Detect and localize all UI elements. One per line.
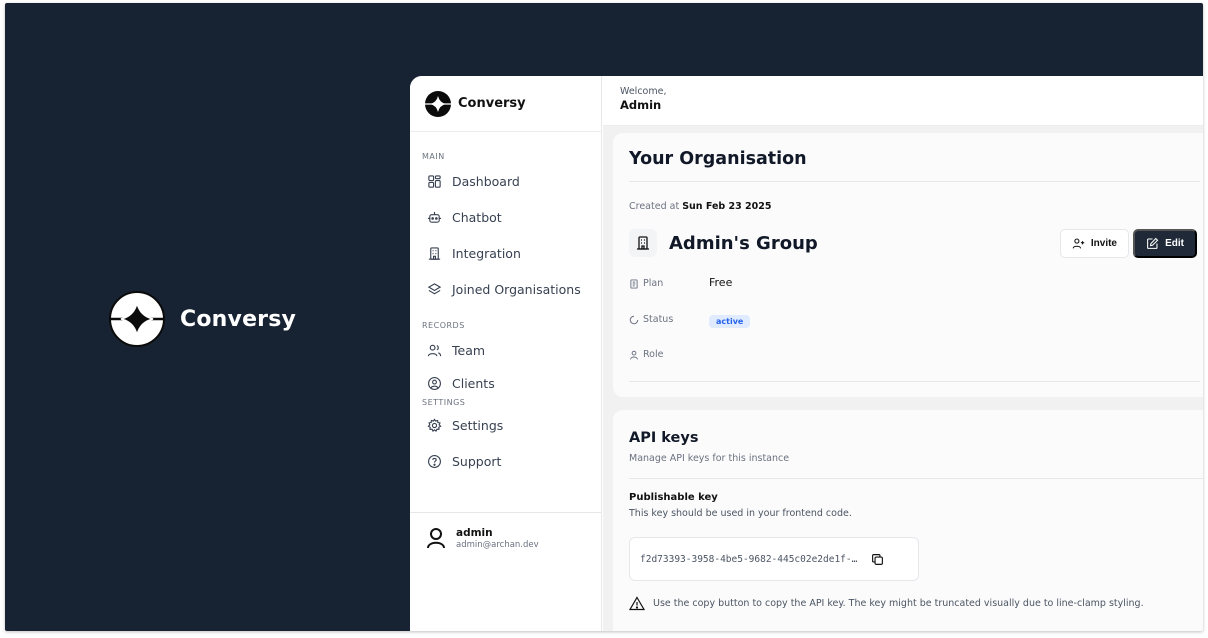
- api-key-value: f2d73393-3958-4be5-9682-445c02e2de1f-…: [640, 553, 858, 565]
- user-plus-icon: [1072, 238, 1085, 249]
- divider: [629, 181, 1200, 182]
- user-icon: [630, 350, 638, 360]
- status-field: Status: [629, 314, 673, 325]
- help-circle-icon: [428, 454, 441, 468]
- brand: Conversy: [108, 290, 296, 348]
- group-heading: Admin's Group: [629, 229, 818, 257]
- user-email: admin@archan.dev: [456, 540, 539, 550]
- invite-button[interactable]: Invite: [1059, 229, 1129, 258]
- created-at: Created at Sun Feb 23 2025: [629, 201, 772, 212]
- users-icon: [427, 344, 442, 356]
- sidebar-app-name: Conversy: [458, 96, 526, 111]
- sidebar-item-label: Integration: [452, 245, 521, 261]
- sidebar-item-label: Chatbot: [452, 209, 502, 225]
- organisation-title: Your Organisation: [629, 149, 807, 169]
- api-keys-subtitle: Manage API keys for this instance: [629, 453, 790, 464]
- created-date: Sun Feb 23 2025: [682, 201, 772, 212]
- api-keys-card: API keys Manage API keys for this instan…: [613, 410, 1203, 631]
- bot-icon: [427, 211, 442, 223]
- sidebar-user[interactable]: admin admin@archan.dev: [410, 512, 601, 550]
- section-records-label: RECORDS: [422, 321, 465, 330]
- api-key-field[interactable]: f2d73393-3958-4be5-9682-445c02e2de1f-…: [629, 537, 919, 581]
- created-prefix: Created at: [629, 201, 680, 212]
- warning-text: Use the copy button to copy the API key.…: [653, 598, 1144, 609]
- sidebar-item-team[interactable]: Team: [410, 332, 601, 368]
- conversy-logo-icon: [109, 291, 165, 347]
- sidebar-item-label: Joined Organisations: [452, 281, 581, 297]
- section-main-label: MAIN: [422, 152, 445, 161]
- loader-icon: [629, 315, 639, 324]
- user-name: admin: [456, 527, 493, 539]
- sidebar-item-integration[interactable]: Integration: [410, 235, 601, 271]
- role-label: Role: [643, 349, 664, 360]
- file-icon: [630, 278, 638, 289]
- invite-label: Invite: [1090, 238, 1117, 249]
- layers-icon: [427, 282, 442, 294]
- sidebar-item-label: Support: [452, 453, 502, 469]
- group-name: Admin's Group: [669, 232, 818, 254]
- sidebar-item-chatbot[interactable]: Chatbot: [410, 199, 601, 235]
- user-circle-icon: [428, 376, 441, 390]
- sidebar-item-settings[interactable]: Settings: [410, 407, 601, 443]
- role-field: Role: [629, 349, 663, 360]
- divider: [629, 381, 1200, 382]
- dashboard-icon: [428, 174, 441, 188]
- brand-name: Conversy: [180, 306, 297, 332]
- sidebar-item-label: Team: [452, 342, 486, 358]
- plan-value: Free: [709, 276, 733, 289]
- main-content: Welcome, Admin Your Organisation Created…: [603, 76, 1203, 631]
- divider: [629, 478, 1203, 479]
- topbar: Welcome, Admin: [603, 76, 1203, 126]
- sidebar-item-dashboard[interactable]: Dashboard: [410, 163, 601, 199]
- sidebar-item-label: Settings: [452, 417, 504, 433]
- edit-label: Edit: [1165, 238, 1184, 249]
- sidebar: Conversy MAIN Dashboard Chatbot Integrat…: [410, 76, 602, 631]
- welcome-user: Admin: [620, 98, 662, 112]
- publishable-key-description: This key should be used in your frontend…: [629, 508, 852, 519]
- user-icon: [427, 528, 445, 549]
- app-frame: Conversy Conversy MAIN Dashboard Chatbot…: [5, 3, 1203, 631]
- sidebar-item-clients[interactable]: Clients: [410, 368, 601, 398]
- building-icon: [629, 229, 657, 257]
- sidebar-item-label: Dashboard: [452, 173, 520, 189]
- publishable-key-title: Publishable key: [629, 492, 718, 503]
- sidebar-item-support[interactable]: Support: [410, 443, 601, 479]
- copy-icon[interactable]: [871, 553, 884, 566]
- section-settings-label: SETTINGS: [422, 398, 466, 407]
- app-window: Conversy MAIN Dashboard Chatbot Integrat…: [410, 76, 1203, 631]
- api-keys-title: API keys: [629, 430, 699, 446]
- edit-button[interactable]: Edit: [1133, 229, 1197, 258]
- sidebar-item-label: Clients: [452, 375, 495, 391]
- building-icon: [428, 246, 441, 260]
- status-badge: active: [709, 315, 751, 328]
- plan-label: Plan: [643, 278, 664, 289]
- edit-icon: [1147, 237, 1159, 249]
- plan-field: Plan: [629, 278, 663, 289]
- welcome-text: Welcome,: [620, 86, 667, 97]
- organisation-card: Your Organisation Created at Sun Feb 23 …: [613, 133, 1203, 397]
- conversy-logo-icon: [425, 90, 451, 117]
- api-key-warning: Use the copy button to copy the API key.…: [629, 596, 1144, 611]
- sidebar-item-joined-organisations[interactable]: Joined Organisations: [410, 271, 601, 307]
- sidebar-header[interactable]: Conversy: [410, 76, 601, 132]
- warning-icon: [629, 596, 645, 611]
- status-label: Status: [643, 314, 674, 325]
- gear-icon: [427, 417, 442, 432]
